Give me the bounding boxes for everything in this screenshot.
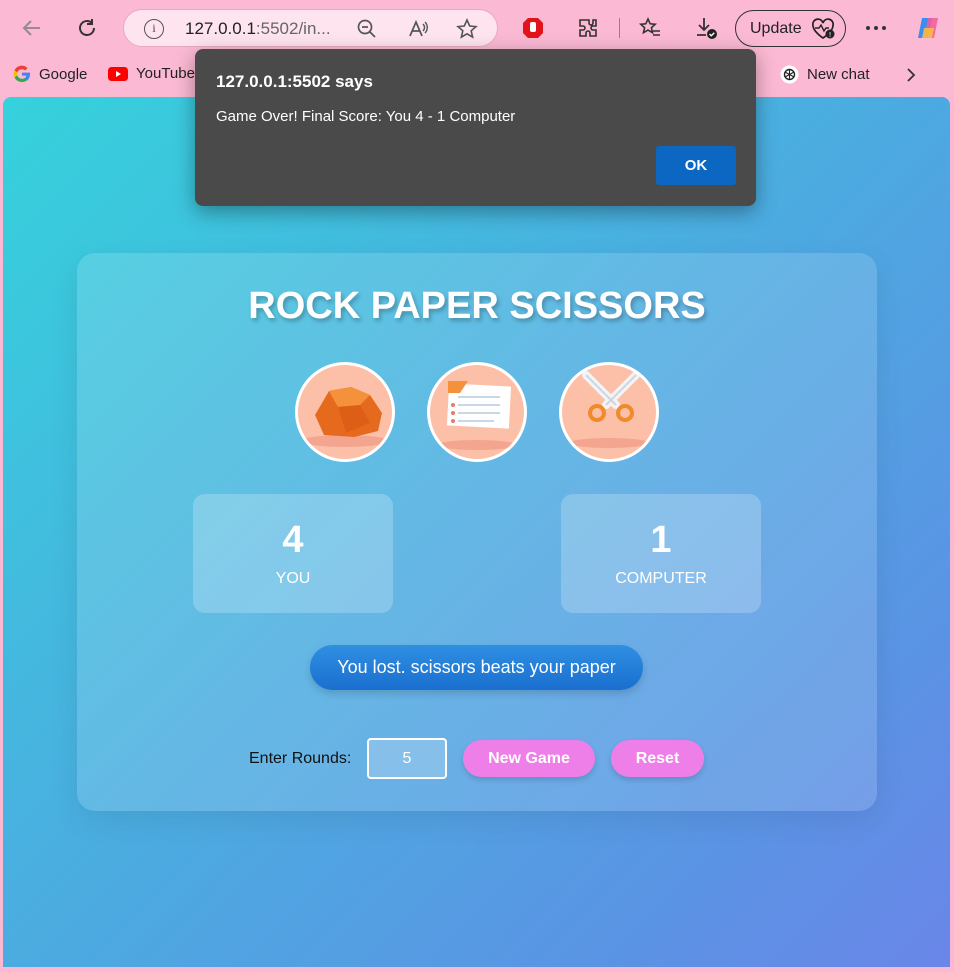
toolbar-divider	[619, 18, 620, 38]
more-menu-icon[interactable]	[858, 10, 894, 46]
rounds-label: Enter Rounds:	[249, 750, 352, 767]
zoom-out-icon[interactable]	[356, 18, 378, 40]
copilot-icon[interactable]	[910, 10, 946, 46]
chatgpt-icon	[780, 65, 799, 84]
bookmark-google[interactable]: Google	[13, 65, 87, 83]
favorite-star-icon[interactable]	[456, 18, 478, 40]
game-title: ROCK PAPER SCISSORS	[248, 285, 706, 327]
bookmark-youtube[interactable]: YouTube	[108, 65, 195, 82]
favorites-icon[interactable]	[632, 10, 668, 46]
rock-icon	[301, 387, 389, 447]
chevron-right-icon[interactable]	[893, 57, 929, 93]
read-aloud-icon[interactable]	[407, 18, 429, 40]
player-label: YOU	[275, 570, 311, 587]
page-viewport: ROCK PAPER SCISSORS 4 YOU 1 COMPUTER You…	[3, 97, 950, 967]
svg-text:!: !	[829, 31, 832, 39]
address-bar[interactable]: i 127.0.0.1:5502/in...	[123, 9, 498, 47]
choice-rock[interactable]	[295, 362, 395, 462]
paper-icon	[437, 381, 517, 450]
player-score-box: 4 YOU	[193, 494, 393, 613]
extensions-icon[interactable]	[570, 10, 606, 46]
choice-scissors[interactable]	[559, 362, 659, 462]
game-card: ROCK PAPER SCISSORS 4 YOU 1 COMPUTER You…	[77, 253, 877, 811]
result-message: You lost. scissors beats your paper	[310, 645, 643, 690]
rounds-input[interactable]	[367, 738, 447, 779]
youtube-icon	[108, 66, 128, 81]
bookmark-label: New chat	[807, 66, 870, 83]
url-text: 127.0.0.1:5502/in...	[185, 19, 331, 38]
bookmark-new-chat[interactable]: New chat	[780, 65, 870, 84]
downloads-icon[interactable]	[688, 10, 724, 46]
site-info-icon[interactable]: i	[144, 19, 164, 39]
scissors-icon	[569, 371, 649, 448]
reset-button[interactable]: Reset	[611, 740, 704, 777]
bookmark-label: YouTube	[136, 65, 195, 82]
bookmark-label: Google	[39, 65, 88, 83]
dialog-title: 127.0.0.1:5502 says	[216, 72, 373, 91]
new-game-button[interactable]: New Game	[463, 740, 595, 777]
computer-score: 1	[650, 519, 672, 561]
choice-paper[interactable]	[427, 362, 527, 462]
computer-label: COMPUTER	[615, 570, 707, 587]
heart-pulse-icon: !	[812, 18, 835, 40]
google-icon	[13, 65, 30, 83]
update-button[interactable]: Update !	[735, 10, 846, 47]
update-label: Update	[750, 20, 802, 37]
dialog-message: Game Over! Final Score: You 4 - 1 Comput…	[216, 108, 516, 125]
back-icon[interactable]	[14, 10, 50, 46]
refresh-icon[interactable]	[69, 10, 105, 46]
browser-toolbar: i 127.0.0.1:5502/in... Update !	[0, 0, 954, 56]
computer-score-box: 1 COMPUTER	[561, 494, 761, 613]
alert-dialog: 127.0.0.1:5502 says Game Over! Final Sco…	[195, 49, 756, 206]
adblock-icon[interactable]	[515, 10, 551, 46]
player-score: 4	[282, 519, 304, 561]
ok-button[interactable]: OK	[656, 146, 736, 185]
